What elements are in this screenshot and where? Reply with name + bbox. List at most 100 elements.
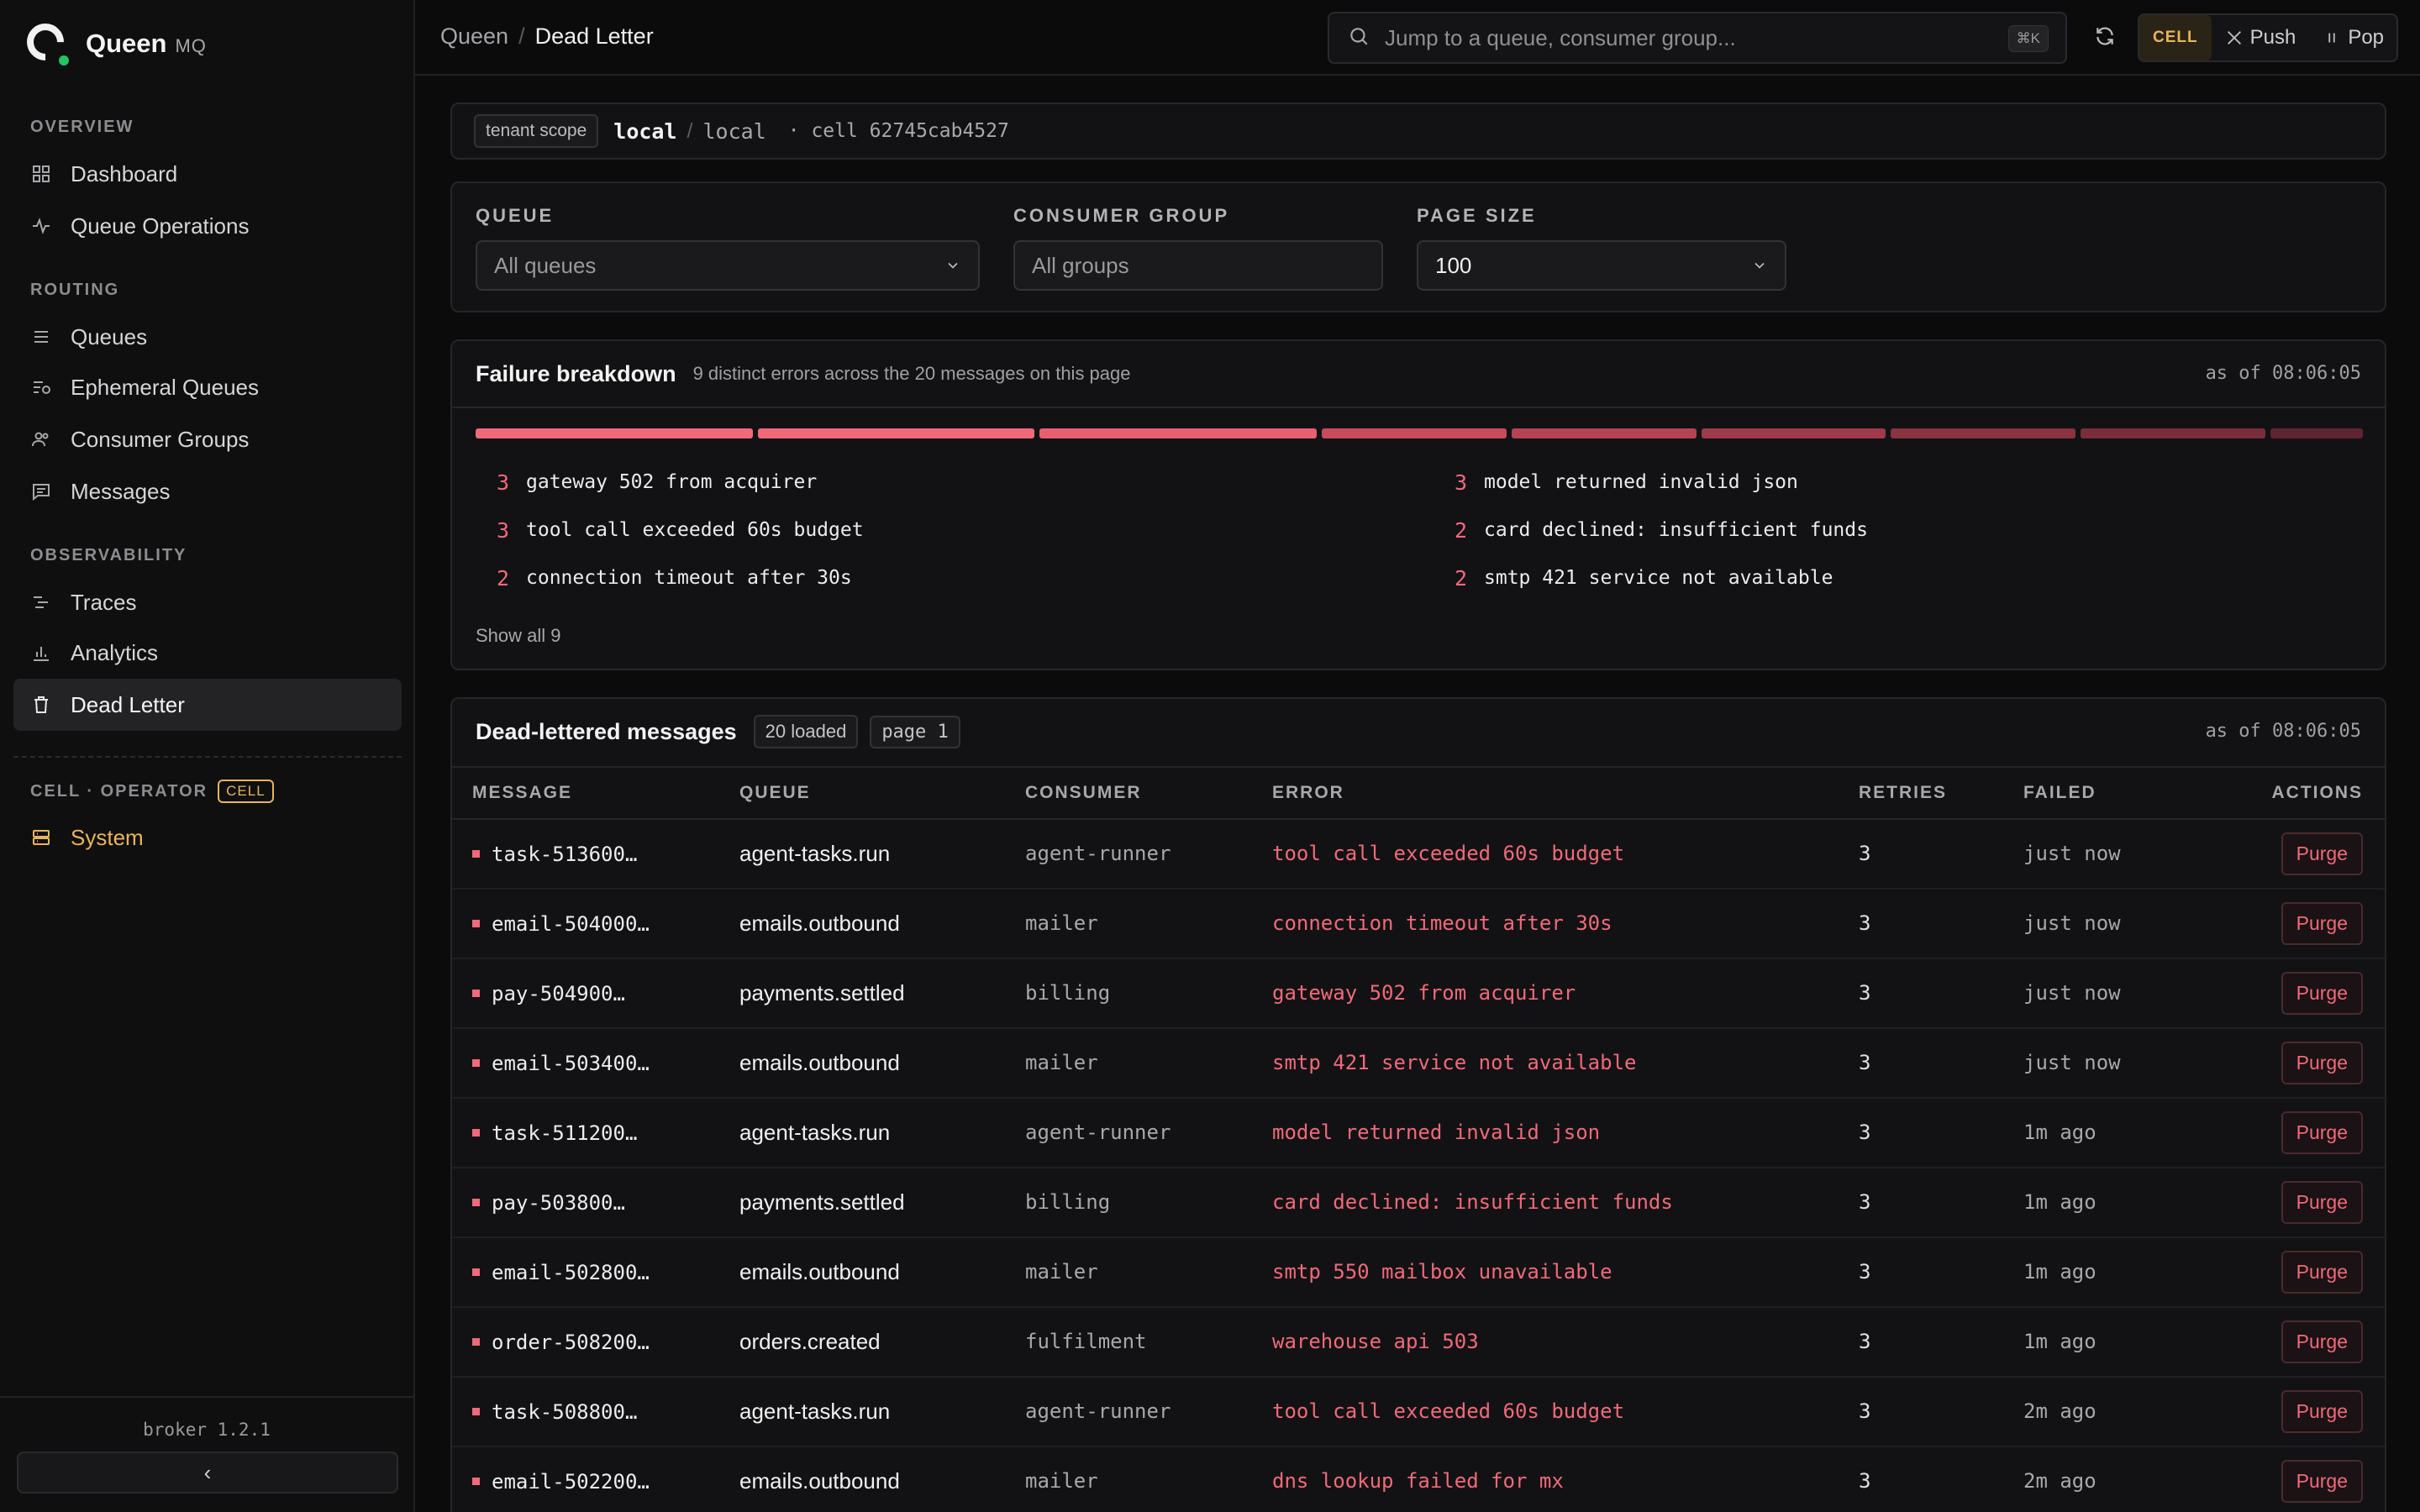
cell-consumer: mailer	[1025, 889, 1272, 959]
queue-link[interactable]: agent-tasks.run	[739, 841, 890, 866]
breadcrumb-root[interactable]: Queen	[440, 24, 508, 50]
brand[interactable]: Queen MQ	[18, 15, 207, 69]
error-breakdown-item[interactable]: 3 model returned invalid json	[1434, 467, 1798, 497]
sidebar-item-label: Queue Operations	[71, 213, 250, 239]
message-id[interactable]: order-508200…	[472, 1331, 739, 1354]
message-id[interactable]: email-502200…	[472, 1470, 739, 1494]
message-id[interactable]: task-508800…	[472, 1400, 739, 1424]
list-icon	[30, 326, 52, 348]
table-row[interactable]: order-508200… orders.created fulfilment war…	[452, 1307, 2385, 1378]
failure-bar-segment	[2270, 428, 2363, 438]
error-text: card declined: insufficient funds	[1484, 519, 1868, 541]
table-row[interactable]: email-502200… emails.outbound mailer dns lo…	[452, 1446, 2385, 1512]
purge-button[interactable]: Purge	[2281, 1181, 2363, 1224]
purge-button[interactable]: Purge	[2281, 1320, 2363, 1363]
refresh-icon	[2094, 25, 2116, 51]
message-id[interactable]: email-504000…	[472, 912, 739, 936]
sidebar-item-queue-operations[interactable]: Queue Operations	[13, 200, 402, 252]
mode-pop-button[interactable]: Pop	[2309, 15, 2397, 60]
sidebar-item-consumer-groups[interactable]: Consumer Groups	[13, 413, 402, 465]
table-row[interactable]: task-511200… agent-tasks.run agent-runner m…	[452, 1098, 2385, 1168]
table-row[interactable]: pay-503800… payments.settled billing card d…	[452, 1168, 2385, 1238]
message-id[interactable]: email-502800…	[472, 1261, 739, 1284]
cell-actions: Purge	[2208, 958, 2385, 1029]
cell-queue: orders.created	[739, 1307, 1025, 1378]
table-row[interactable]: email-504000… emails.outbound mailer connec…	[452, 889, 2385, 959]
error-breakdown-item[interactable]: 2 smtp 421 service not available	[1434, 563, 1833, 593]
queue-link[interactable]: emails.outbound	[739, 911, 900, 936]
table-row[interactable]: task-513600… agent-tasks.run agent-runner t…	[452, 819, 2385, 890]
purge-button[interactable]: Purge	[2281, 1111, 2363, 1154]
sidebar-divider	[13, 756, 402, 758]
column-header-error[interactable]: ERROR	[1272, 766, 1859, 820]
purge-button[interactable]: Purge	[2281, 1460, 2363, 1503]
messages-table: MESSAGE QUEUE CONSUMER ERROR RETRIES FAI…	[452, 766, 2385, 1512]
cell-retries: 3	[1859, 958, 2023, 1029]
column-header-queue[interactable]: QUEUE	[739, 766, 1025, 820]
error-breakdown-item[interactable]: 3 gateway 502 from acquirer	[476, 467, 817, 497]
cell-actions: Purge	[2208, 819, 2385, 890]
table-row[interactable]: pay-504900… payments.settled billing gatewa…	[452, 958, 2385, 1029]
sidebar-item-analytics[interactable]: Analytics	[13, 627, 402, 679]
queue-link[interactable]: payments.settled	[739, 980, 905, 1005]
column-header-consumer[interactable]: CONSUMER	[1025, 766, 1272, 820]
purge-button[interactable]: Purge	[2281, 1251, 2363, 1294]
queue-link[interactable]: payments.settled	[739, 1189, 905, 1215]
error-breakdown-item[interactable]: 2 connection timeout after 30s	[476, 563, 852, 593]
table-row[interactable]: email-502800… emails.outbound mailer smtp 5…	[452, 1237, 2385, 1308]
sidebar-item-dashboard[interactable]: Dashboard	[13, 148, 402, 200]
error-breakdown-item[interactable]: 3 tool call exceeded 60s budget	[476, 515, 864, 545]
failure-bar-segment	[1039, 428, 1318, 438]
sidebar-item-messages[interactable]: Messages	[13, 465, 402, 517]
column-header-failed[interactable]: FAILED	[2023, 766, 2208, 820]
purge-button[interactable]: Purge	[2281, 832, 2363, 875]
sidebar-item-label: System	[71, 824, 144, 850]
loaded-count-badge: 20 loaded	[753, 715, 859, 748]
purge-button[interactable]: Purge	[2281, 972, 2363, 1015]
queue-link[interactable]: emails.outbound	[739, 1259, 900, 1284]
queue-select[interactable]: All queues	[476, 240, 980, 291]
sidebar-item-traces[interactable]: Traces	[13, 576, 402, 628]
message-id[interactable]: email-503400…	[472, 1052, 739, 1075]
message-id-text: order-508200…	[492, 1330, 650, 1354]
queue-link[interactable]: agent-tasks.run	[739, 1399, 890, 1424]
purge-button[interactable]: Purge	[2281, 1390, 2363, 1433]
cell-retries: 3	[1859, 1028, 2023, 1099]
table-row[interactable]: task-508800… agent-tasks.run agent-runner t…	[452, 1377, 2385, 1447]
message-id[interactable]: task-511200…	[472, 1121, 739, 1145]
column-header-message[interactable]: MESSAGE	[452, 766, 739, 820]
mode-push-button[interactable]: Push	[2212, 15, 2310, 60]
queue-link[interactable]: emails.outbound	[739, 1050, 900, 1075]
page-size-select[interactable]: 100	[1417, 240, 1786, 291]
error-breakdown-item[interactable]: 2 card declined: insufficient funds	[1434, 515, 1868, 545]
column-header-retries[interactable]: RETRIES	[1859, 766, 2023, 820]
queue-link[interactable]: emails.outbound	[739, 1468, 900, 1494]
failure-distribution-bar	[476, 428, 2363, 438]
cell-retries: 3	[1859, 1377, 2023, 1447]
cell-badge: CELL	[218, 780, 274, 803]
cell-consumer: agent-runner	[1025, 819, 1272, 890]
status-dot-icon	[472, 1129, 480, 1137]
consumer-name: fulfilment	[1025, 1330, 1147, 1353]
message-id-text: email-504000…	[492, 911, 650, 936]
search-input[interactable]	[1385, 24, 1973, 51]
refresh-button[interactable]	[2089, 22, 2121, 54]
sidebar-item-ephemeral-queues[interactable]: Ephemeral Queues	[13, 361, 402, 413]
consumer-group-input[interactable]: All groups	[1013, 240, 1383, 291]
mode-cell-button[interactable]: CELL	[2139, 15, 2212, 60]
sidebar-item-system[interactable]: System	[13, 811, 402, 864]
search-bar[interactable]: ⌘K	[1328, 12, 2067, 64]
sidebar-item-queues[interactable]: Queues	[13, 311, 402, 363]
cell-actions: Purge	[2208, 1168, 2385, 1238]
message-id[interactable]: pay-504900…	[472, 982, 739, 1005]
message-id[interactable]: task-513600…	[472, 843, 739, 866]
sidebar-item-dead-letter[interactable]: Dead Letter	[13, 679, 402, 731]
queue-link[interactable]: orders.created	[739, 1329, 881, 1354]
message-id[interactable]: pay-503800…	[472, 1191, 739, 1215]
queue-link[interactable]: agent-tasks.run	[739, 1120, 890, 1145]
purge-button[interactable]: Purge	[2281, 1042, 2363, 1084]
show-all-link[interactable]: Show all 9	[476, 625, 561, 647]
purge-button[interactable]: Purge	[2281, 902, 2363, 945]
table-row[interactable]: email-503400… emails.outbound mailer smtp 4…	[452, 1028, 2385, 1099]
collapse-sidebar-button[interactable]: ‹	[17, 1452, 398, 1494]
